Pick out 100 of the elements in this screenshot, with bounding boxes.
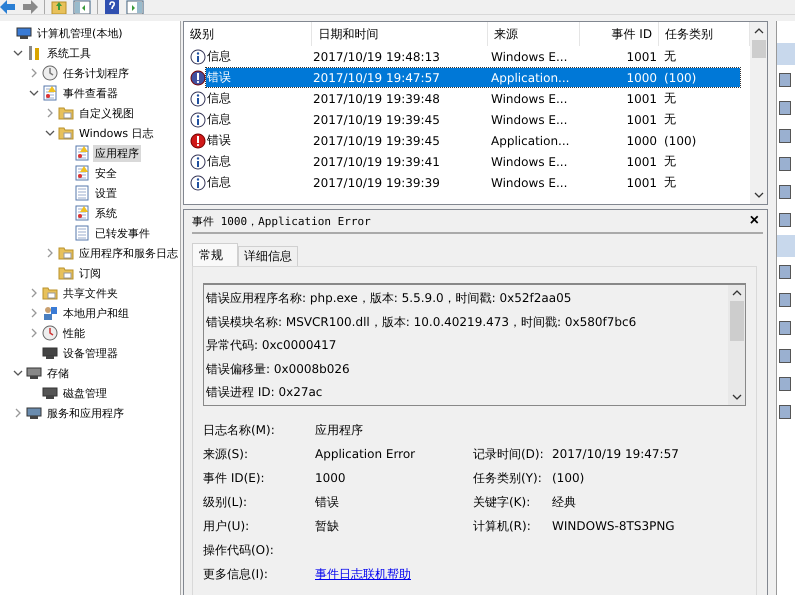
tab[interactable]: 详细信息 (238, 246, 298, 266)
scroll-up-icon[interactable] (732, 289, 742, 297)
tree-item[interactable]: 存储 (45, 364, 71, 382)
folder-up-icon[interactable] (51, 0, 67, 14)
task-category-cell-text: 无 (663, 174, 677, 191)
field-label: 更多信息(I): (203, 566, 269, 582)
scroll-thumb[interactable] (752, 40, 766, 58)
level-cell-text: 信息 (206, 174, 232, 191)
action-icon[interactable] (779, 101, 791, 115)
action-icon[interactable] (779, 405, 791, 419)
field-value: 错误 (315, 494, 339, 508)
field-label: 计算机(R): (473, 518, 531, 532)
help-icon[interactable] (104, 0, 120, 14)
task-category-cell-text: 无 (663, 111, 677, 128)
tree-item[interactable]: 订阅 (77, 264, 103, 282)
event-row[interactable]: 信息 2017/10/19 19:39:41 Windows E... 1001 无 (206, 152, 740, 171)
event-row[interactable]: 信息 2017/10/19 19:39:48 Windows E... 1001 无 (206, 89, 740, 108)
tree-item[interactable]: 系统工具 (45, 44, 93, 62)
action-pane-icon[interactable] (126, 0, 144, 14)
description-line: 错误进程 ID: 0x27ac (206, 384, 324, 401)
scroll-down-icon[interactable] (732, 393, 742, 401)
date-cell-text: 2017/10/19 19:39:45 (313, 134, 441, 148)
tree-pane-icon[interactable] (73, 0, 91, 14)
source-cell-text: Windows E... (491, 92, 568, 106)
column-header[interactable]: 日期和时间 (312, 22, 488, 46)
action-icon[interactable] (779, 321, 791, 335)
collapse-chevron-icon[interactable] (29, 89, 39, 97)
scroll-thumb[interactable] (730, 301, 744, 341)
tree-item[interactable]: 计算机管理(本地) (35, 24, 125, 42)
source-cell-text: Application... (491, 134, 570, 148)
action-icon[interactable] (779, 265, 791, 279)
collapse-chevron-icon[interactable] (45, 129, 55, 137)
column-header[interactable]: 事件 ID (580, 22, 660, 46)
event-row[interactable]: 错误 2017/10/19 19:39:45 Application... 1000 (100) (206, 131, 740, 150)
description-line: 错误偏移量: 0x0008b026 (206, 360, 351, 378)
close-button[interactable]: × (746, 212, 763, 230)
task-category-cell-text: (100) (663, 134, 698, 148)
event-row[interactable]: 信息 2017/10/19 19:48:13 Windows E... 1001 无 (206, 47, 740, 66)
field-label: 关键字(K): (473, 494, 530, 508)
field-value: Application Error (315, 447, 416, 461)
task-category-cell-text: 无 (663, 90, 677, 107)
scroll-up-icon[interactable] (754, 27, 764, 35)
tree-item[interactable]: 任务计划程序 (61, 64, 131, 82)
action-icon[interactable] (779, 157, 791, 171)
action-icon[interactable] (779, 349, 791, 363)
event-row[interactable]: 信息 2017/10/19 19:39:39 Windows E... 1001 无 (206, 173, 740, 192)
tree-item[interactable]: 共享文件夹 (61, 284, 120, 302)
tree-item[interactable]: 安全 (93, 164, 119, 182)
tree-item[interactable]: 磁盘管理 (61, 384, 109, 402)
tree-item[interactable]: 事件查看器 (61, 84, 120, 102)
tree-item[interactable]: 应用程序 (93, 144, 141, 162)
level-cell-text: 错误 (206, 132, 232, 149)
scroll-down-icon[interactable] (754, 191, 764, 199)
expand-chevron-icon[interactable] (46, 108, 54, 118)
expand-chevron-icon[interactable] (30, 68, 38, 78)
collapse-chevron-icon[interactable] (13, 369, 23, 377)
action-icon[interactable] (779, 73, 791, 87)
tree-item[interactable]: 系统 (93, 204, 119, 222)
action-icon[interactable] (779, 377, 791, 391)
event-row[interactable]: 错误 2017/10/19 19:47:57 Application... 1000 (100) (206, 68, 740, 87)
tab[interactable]: 常规 (192, 243, 238, 266)
field-label: 记录时间(D): (473, 446, 544, 460)
event-row[interactable]: 信息 2017/10/19 19:39:45 Windows E... 1001 无 (206, 110, 740, 129)
field-value: 2017/10/19 19:47:57 (552, 447, 679, 461)
action-icon[interactable] (779, 185, 791, 199)
column-header[interactable]: 来源 (488, 22, 580, 46)
tree-item[interactable]: 设置 (93, 184, 119, 202)
column-header[interactable]: 级别 (184, 22, 312, 46)
detail-title: 事件 1000，Application Error (192, 214, 371, 228)
field-value: 应用程序 (315, 422, 363, 436)
action-icon[interactable] (779, 293, 791, 307)
date-cell-text: 2017/10/19 19:39:45 (313, 112, 441, 126)
help-link[interactable]: 事件日志联机帮助 (315, 566, 411, 580)
event-id-cell-text: 1000 (625, 70, 657, 84)
expand-chevron-icon[interactable] (30, 308, 38, 318)
tree-item[interactable]: Windows 日志 (77, 124, 156, 142)
tree-item[interactable]: 已转发事件 (93, 224, 152, 242)
tree-item[interactable]: 服务和应用程序 (45, 404, 126, 422)
expand-chevron-icon[interactable] (46, 248, 54, 258)
expand-chevron-icon[interactable] (14, 408, 22, 418)
action-icon[interactable] (779, 129, 791, 143)
date-cell-text: 2017/10/19 19:39:41 (313, 154, 441, 168)
field-value: 经典 (552, 494, 576, 508)
source-cell-text: Windows E... (491, 50, 568, 64)
back-icon[interactable] (0, 0, 16, 14)
tree-item[interactable]: 性能 (61, 324, 87, 342)
action-icon[interactable] (779, 213, 791, 227)
tree-item[interactable]: 自定义视图 (77, 104, 136, 122)
collapse-chevron-icon[interactable] (13, 49, 23, 57)
event-id-cell-text: 1001 (625, 112, 657, 126)
expand-chevron-icon[interactable] (30, 288, 38, 298)
tree-item[interactable]: 本地用户和组 (61, 304, 131, 322)
source-cell-text: Windows E... (491, 176, 568, 190)
event-id-cell-text: 1001 (625, 92, 657, 106)
field-label: 来源(S): (203, 446, 250, 462)
tree-item[interactable]: 设备管理器 (61, 344, 120, 362)
description-line: 错误模块名称: MSVCR100.dll，版本: 10.0.40219.473，时间戳: 0x580f7bc6 (206, 314, 638, 330)
expand-chevron-icon[interactable] (30, 328, 38, 338)
forward-icon[interactable] (22, 0, 38, 14)
tree-item[interactable]: 应用程序和服务日志 (77, 244, 180, 262)
